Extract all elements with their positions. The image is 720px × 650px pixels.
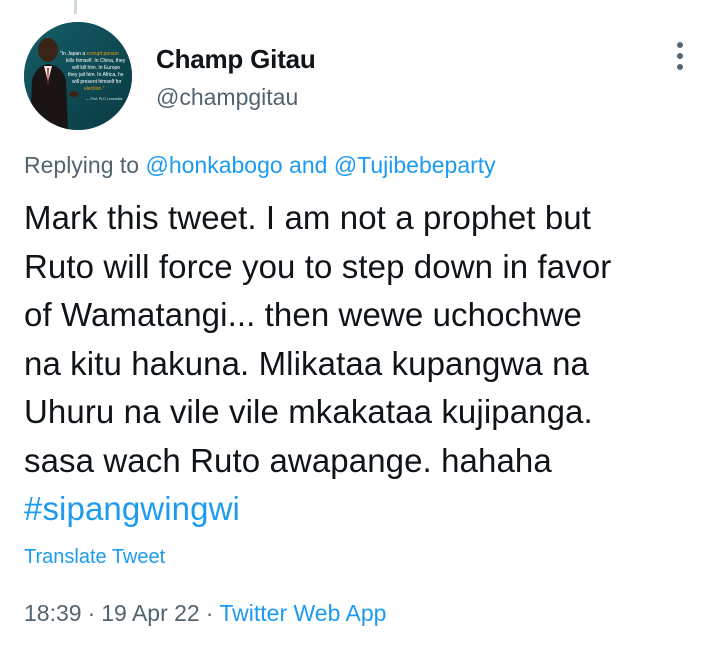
- avatar-quote-credit: — Prof. PLO Lumumba: [86, 97, 122, 101]
- replying-to-prefix: Replying to: [24, 152, 140, 178]
- thread-connector-line: [74, 0, 77, 14]
- vertical-ellipsis-icon-dot-2: [677, 53, 683, 59]
- tweet-source-link[interactable]: Twitter Web App: [219, 600, 386, 626]
- author-handle[interactable]: @champgitau: [156, 84, 298, 111]
- avatar-quote-l5: will present himself for: [72, 79, 122, 85]
- more-options-button[interactable]: [666, 38, 694, 74]
- avatar-image: "In Japan a corrupt person kills himself…: [24, 22, 132, 130]
- mention-link-tujibebeparty[interactable]: @Tujibebeparty: [334, 152, 496, 178]
- mention-link-honkabogo[interactable]: @honkabogo: [145, 152, 282, 178]
- mention-joiner[interactable]: and: [289, 152, 327, 178]
- meta-separator: ·: [205, 600, 214, 626]
- avatar-quote-l1a: "In Japan a: [60, 51, 87, 57]
- avatar-quote-l4: they jail him. In Africa, he: [68, 72, 124, 78]
- tweet-text-line: sasa wach Ruto awapange. hahaha: [24, 441, 552, 479]
- vertical-ellipsis-icon: [677, 42, 683, 48]
- avatar[interactable]: "In Japan a corrupt person kills himself…: [24, 22, 132, 130]
- tweet-metadata: 18:39 · 19 Apr 22 · Twitter Web App: [24, 600, 386, 627]
- svg-text:"In Japan a corrupt person: "In Japan a corrupt person: [60, 51, 119, 57]
- avatar-quote-l2: kills himself. In China, they: [66, 58, 126, 64]
- meta-separator: ·: [87, 600, 96, 626]
- author-display-name[interactable]: Champ Gitau: [156, 44, 316, 75]
- tweet-text-line: Mark this tweet. I am not a prophet but: [24, 199, 592, 236]
- tweet-text-line: Uhuru na vile vile mkakataa kujipanga.: [24, 393, 593, 430]
- tweet-time[interactable]: 18:39: [24, 600, 82, 626]
- person-head: [38, 38, 58, 62]
- tweet-text: Mark this tweet. I am not a prophet but …: [24, 194, 704, 534]
- tweet-date[interactable]: 19 Apr 22: [101, 600, 199, 626]
- vertical-ellipsis-icon-dot-3: [677, 64, 683, 70]
- tweet-text-line: na kitu hakuna. Mlikataa kupangwa na: [24, 344, 589, 382]
- avatar-quote-l3: will kill him. In Europe: [72, 65, 120, 71]
- hashtag-link[interactable]: #sipangwingwi: [24, 485, 704, 534]
- tweet-text-line: of Wamatangi... then wewe uchochwe: [24, 296, 582, 333]
- avatar-quote-l1b: corrupt person: [87, 51, 119, 57]
- translate-tweet-link[interactable]: Translate Tweet: [24, 546, 165, 569]
- avatar-quote-l6: election.": [84, 86, 105, 92]
- replying-to-line: Replying to @honkabogo and @Tujibebepart…: [24, 152, 496, 179]
- tweet-text-line: Ruto will force you to step down in favo…: [24, 247, 612, 285]
